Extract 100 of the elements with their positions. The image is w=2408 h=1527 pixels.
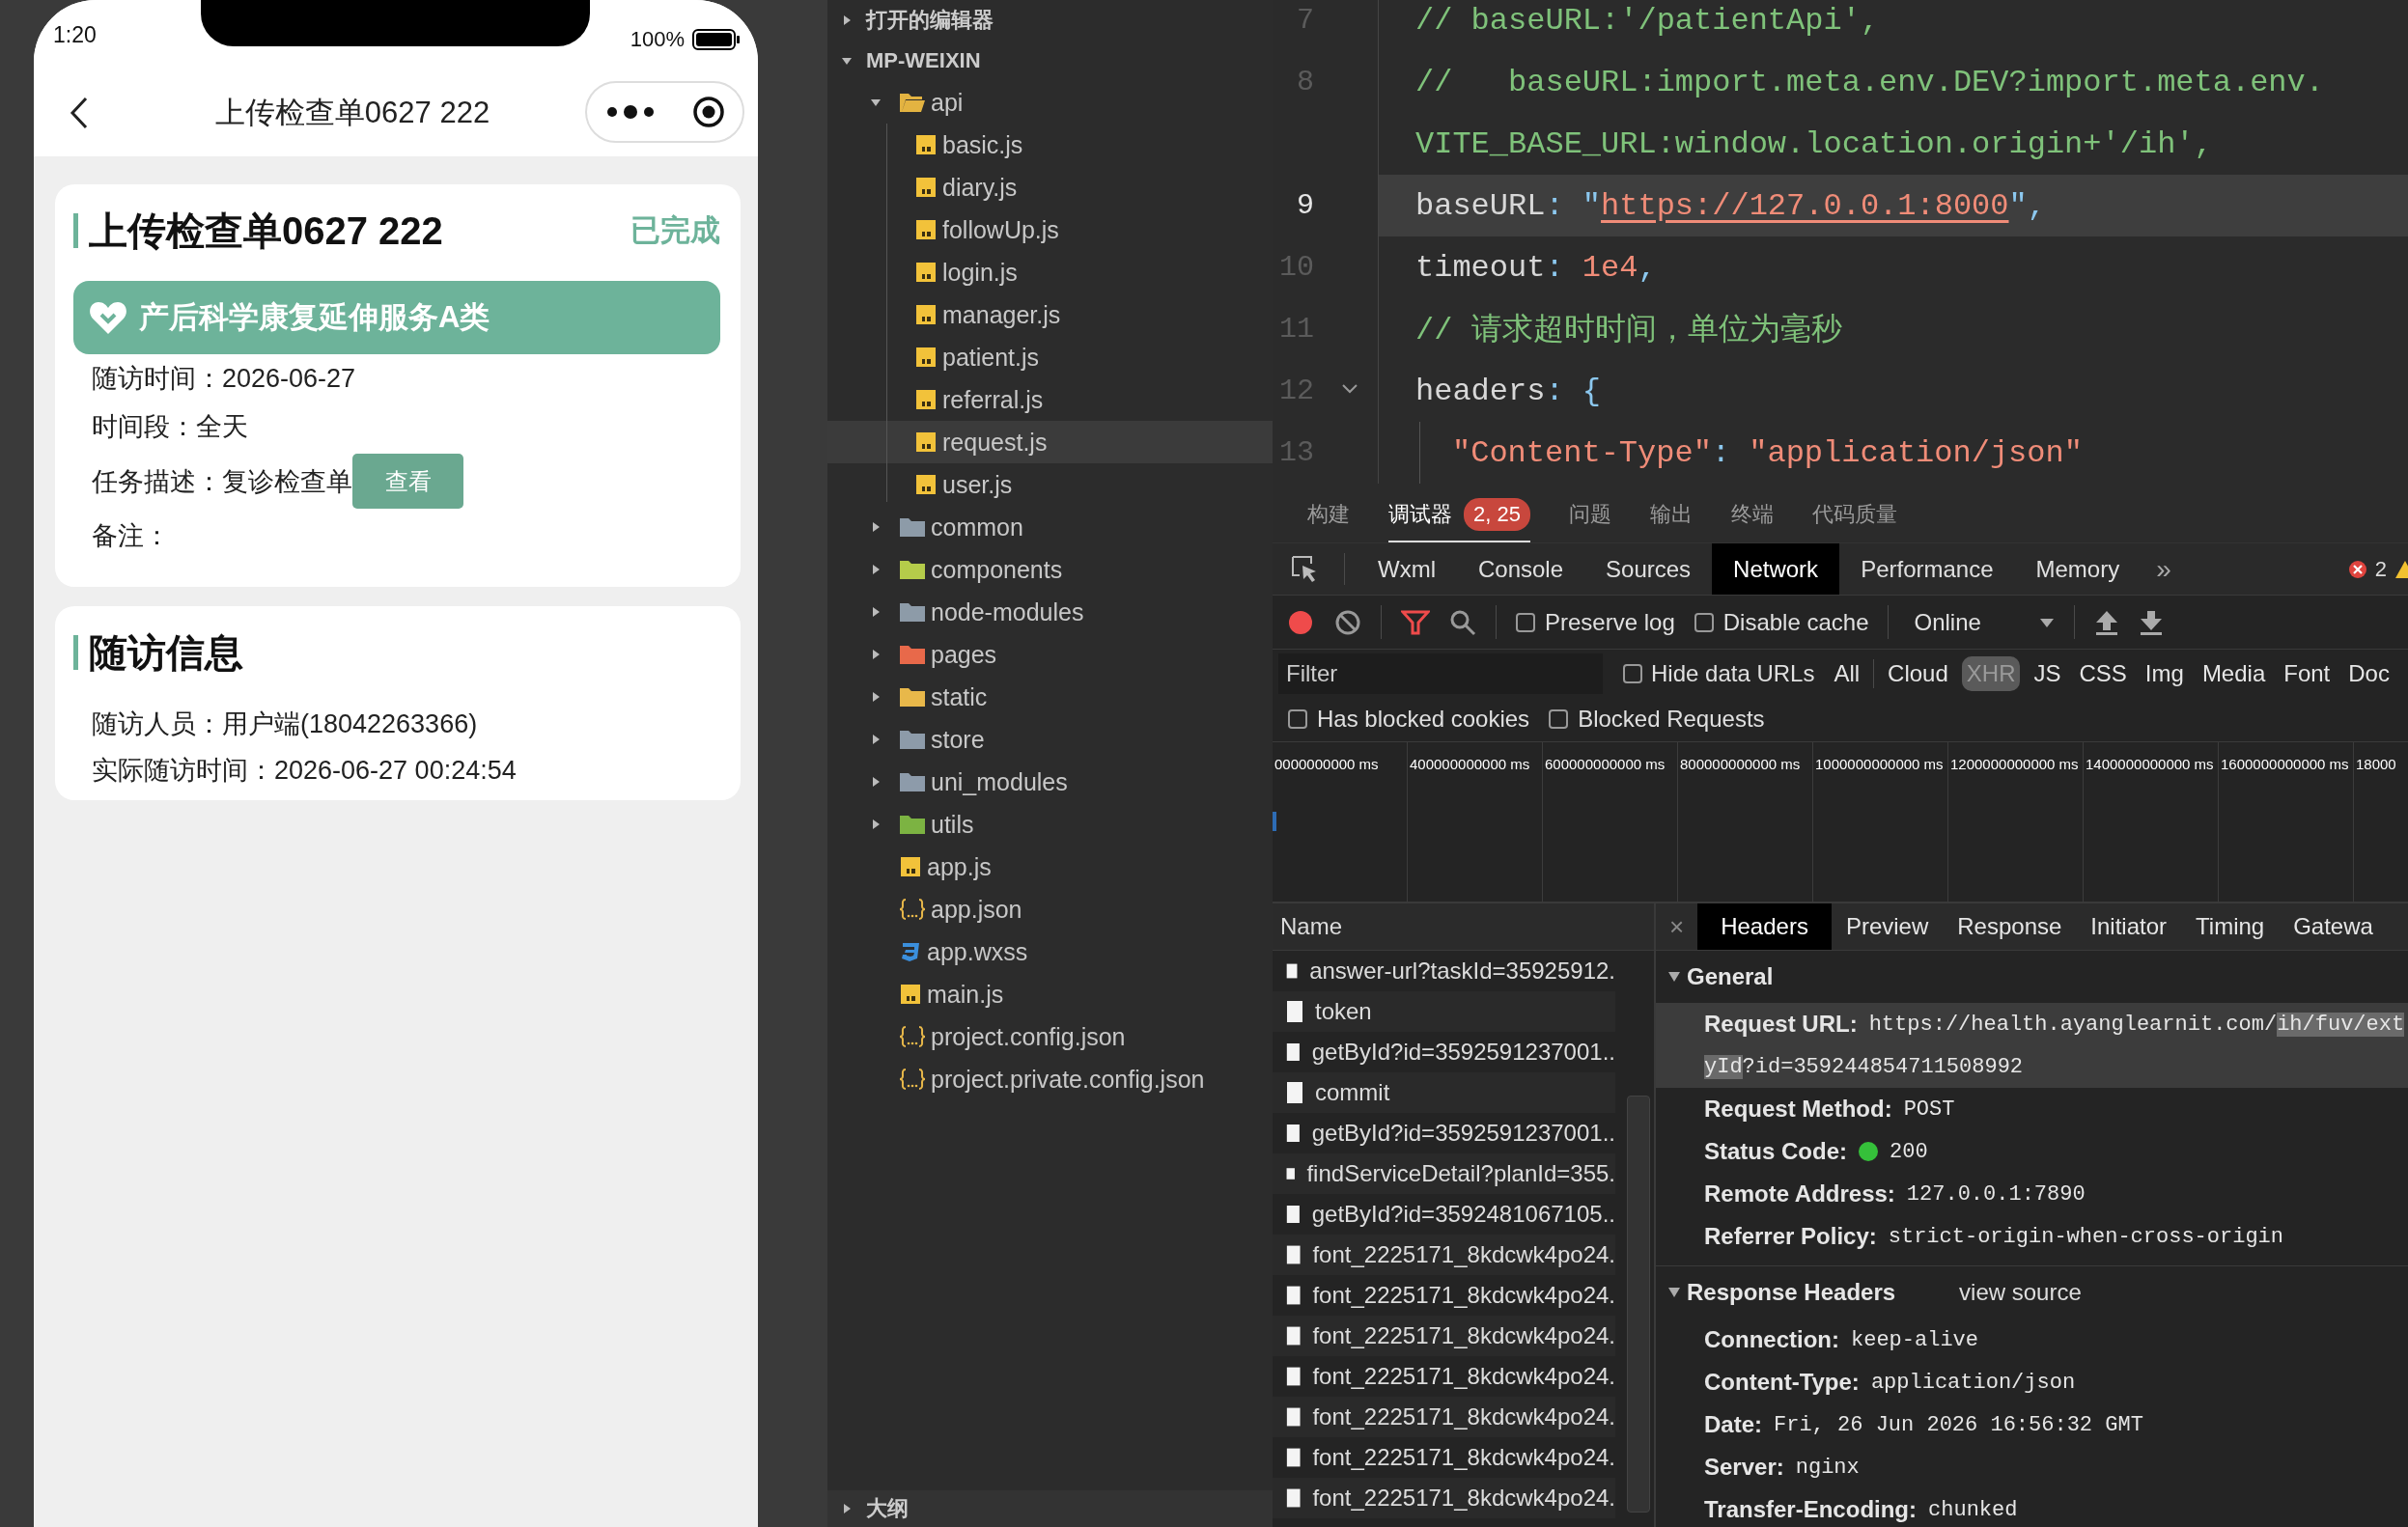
header-value: POST: [1903, 1097, 1955, 1122]
type-filter[interactable]: Media: [2197, 655, 2271, 691]
tree-item[interactable]: diary.js: [827, 166, 1273, 208]
header-value: 200: [1890, 1139, 1928, 1164]
checkbox[interactable]: [1516, 612, 1535, 632]
tree-item[interactable]: utils: [827, 803, 1273, 846]
tree-item[interactable]: referral.js: [827, 378, 1273, 421]
scrollbar[interactable]: [1627, 1096, 1650, 1513]
tree-item[interactable]: request.js: [827, 421, 1273, 463]
header-key: Content-Type:: [1704, 1369, 1860, 1396]
drawer-tab[interactable]: 输出: [1649, 487, 1693, 542]
column-header[interactable]: Name: [1273, 903, 1654, 951]
detail-tab[interactable]: Headers: [1697, 903, 1832, 950]
tree-item[interactable]: manager.js: [827, 293, 1273, 336]
code-line: // baseURL:'/patientApi',: [1415, 2, 1880, 39]
clear-icon[interactable]: [1334, 608, 1361, 636]
drawer-tab[interactable]: 问题: [1568, 487, 1611, 542]
tree-item[interactable]: project.config.json: [827, 1015, 1273, 1058]
tab-label: 输出: [1649, 500, 1693, 528]
header-value: application/json: [1870, 1370, 2076, 1395]
header-key: Date:: [1704, 1411, 1762, 1438]
more-tabs[interactable]: »: [2141, 543, 2187, 595]
tree-item[interactable]: project.private.config.json: [827, 1058, 1273, 1100]
throttling-dropdown[interactable]: Online: [1914, 608, 2055, 636]
tree-item[interactable]: static: [827, 676, 1273, 718]
tree-item[interactable]: pages: [827, 633, 1273, 676]
outline-section[interactable]: 大纲: [827, 1490, 1273, 1527]
type-filter[interactable]: All: [1829, 655, 1865, 691]
tree-item[interactable]: common: [827, 506, 1273, 548]
tree-item[interactable]: uni_modules: [827, 761, 1273, 803]
back-icon[interactable]: [69, 97, 90, 129]
detail-tab[interactable]: Initiator: [2076, 903, 2182, 950]
drawer-tab[interactable]: 终端: [1730, 487, 1774, 542]
detail-tab[interactable]: Preview: [1831, 903, 1944, 950]
js-file-icon: [914, 261, 938, 284]
tree-item[interactable]: node-modules: [827, 591, 1273, 633]
document-icon: [1286, 1446, 1302, 1469]
request-row[interactable]: token: [1273, 991, 1615, 1032]
tree-item[interactable]: app.js: [827, 846, 1273, 888]
explorer-section[interactable]: MP-WEIXIN: [827, 41, 1273, 81]
request-row[interactable]: commit: [1273, 1072, 1615, 1113]
type-filter[interactable]: JS: [2029, 655, 2066, 691]
type-filter[interactable]: Img: [2140, 655, 2189, 691]
checkbox-label: Blocked Requests: [1578, 706, 1765, 733]
tree-item[interactable]: store: [827, 718, 1273, 761]
request-row[interactable]: font_2225171_8kdcwk4po24.: [1273, 1397, 1615, 1437]
detail-tab[interactable]: Gatewa: [2279, 903, 2388, 950]
header-value: strict-origin-when-cross-origin: [1888, 1224, 2284, 1249]
checkbox[interactable]: [1694, 612, 1714, 632]
filter-field[interactable]: Filter: [1278, 652, 1603, 694]
explorer-section[interactable]: 打开的编辑器: [827, 0, 1273, 41]
panel-tab[interactable]: Wxml: [1357, 543, 1457, 595]
timeline-tick-label: 1400000000000 ms: [2085, 756, 2214, 772]
panel-tab[interactable]: Performance: [1839, 543, 2015, 595]
tree-item[interactable]: app.json: [827, 888, 1273, 930]
type-filter[interactable]: Doc: [2343, 655, 2394, 691]
timeline-tick-label: 400000000000 ms: [1409, 756, 1530, 772]
document-icon: [1286, 1405, 1302, 1429]
tree-item[interactable]: followUp.js: [827, 208, 1273, 251]
type-filter[interactable]: Cloud: [1883, 655, 1953, 691]
timeline-marker: [1273, 812, 1276, 831]
panel-tab[interactable]: Network: [1712, 543, 1840, 595]
request-row[interactable]: font_2225171_8kdcwk4po24.: [1273, 1478, 1615, 1518]
download-icon[interactable]: [2138, 608, 2164, 636]
field-text: 时间段：全天: [92, 411, 248, 443]
section-header[interactable]: General: [1656, 951, 2408, 1003]
checkbox[interactable]: [1623, 663, 1642, 683]
request-row[interactable]: findServiceDetail?planId=355.: [1273, 1153, 1615, 1194]
detail-tab[interactable]: Response: [1943, 903, 2077, 950]
title-accent-bar: [73, 635, 78, 670]
search-icon[interactable]: [1449, 608, 1476, 636]
panel-tab[interactable]: Sources: [1584, 543, 1713, 595]
tree-item[interactable]: api: [827, 81, 1273, 124]
checkbox[interactable]: [1549, 709, 1569, 729]
view-source-link[interactable]: view source: [1959, 1279, 2082, 1306]
checkbox[interactable]: [1288, 709, 1307, 729]
tree-item[interactable]: app.wxss: [827, 930, 1273, 973]
timeline-tick-label: 18000: [2355, 756, 2396, 772]
more-icon[interactable]: [606, 102, 655, 122]
tree-item[interactable]: components: [827, 548, 1273, 591]
tree-item[interactable]: patient.js: [827, 336, 1273, 378]
close-icon[interactable]: [692, 96, 725, 128]
tree-item[interactable]: main.js: [827, 973, 1273, 1015]
field-text: 备注：: [92, 520, 170, 552]
close-button[interactable]: ×: [1656, 903, 1698, 950]
tree-item[interactable]: basic.js: [827, 124, 1273, 166]
detail-tab[interactable]: Timing: [2181, 903, 2280, 950]
panel-tab[interactable]: Memory: [2014, 543, 2142, 595]
filter-icon[interactable]: [1401, 608, 1430, 636]
tree-item[interactable]: user.js: [827, 463, 1273, 506]
tree-item[interactable]: login.js: [827, 251, 1273, 293]
drawer-tab[interactable]: 构建: [1307, 487, 1350, 542]
fold-icon[interactable]: [1341, 383, 1358, 395]
request-row[interactable]: font_2225171_8kdcwk4po24.: [1273, 1316, 1615, 1356]
type-filter[interactable]: CSS: [2074, 655, 2132, 691]
panel-tab[interactable]: Console: [1457, 543, 1585, 595]
drawer-tab[interactable]: 代码质量: [1811, 487, 1897, 542]
checkbox-label: Has blocked cookies: [1317, 706, 1530, 733]
type-filter[interactable]: Font: [2279, 655, 2336, 691]
request-row[interactable]: font_2225171_8kdcwk4po24.: [1273, 1235, 1615, 1275]
